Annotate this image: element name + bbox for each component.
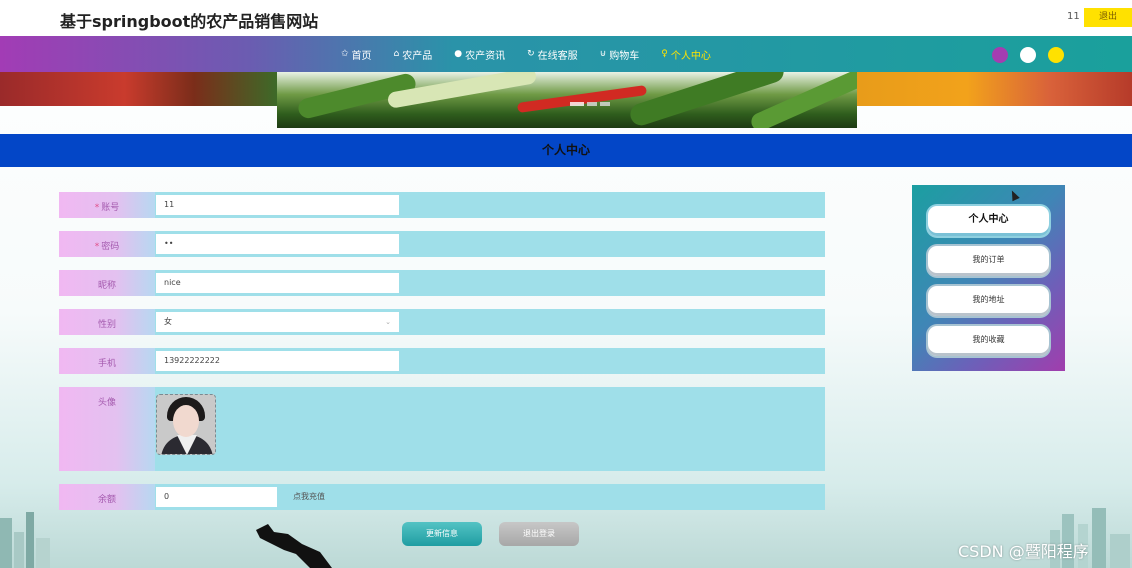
watermark: CSDN @暨阳程序	[958, 542, 1089, 561]
runner-silhouette	[256, 524, 332, 568]
avatar-face	[173, 405, 199, 437]
nickname-label: 昵称	[59, 270, 155, 296]
password-label: * 密码	[59, 231, 155, 257]
nav-item-label: 农产资讯	[465, 50, 506, 62]
form-row-account: * 账号 11	[59, 192, 825, 218]
username-label: 11	[1067, 11, 1080, 22]
home-icon: ⌂	[393, 49, 400, 59]
form-row-password: * 密码 ••	[59, 231, 825, 257]
cart-icon: ⊍	[599, 49, 607, 59]
nav-item-label: 农产品	[402, 50, 433, 62]
banner-image-right	[857, 72, 1132, 106]
nav-item-label: 个人中心	[670, 50, 711, 62]
theme-yellow-dot[interactable]	[1048, 47, 1064, 63]
page-header: 个人中心	[0, 134, 1132, 167]
password-label-text: 密码	[101, 242, 120, 252]
gender-label: 性别	[59, 309, 155, 335]
password-field[interactable]: ••	[156, 234, 399, 254]
carousel-dot[interactable]	[570, 102, 584, 106]
theme-white-dot[interactable]	[1020, 47, 1036, 63]
account-label: * 账号	[59, 192, 155, 218]
city-skyline-left	[0, 512, 50, 568]
required-mark: *	[94, 203, 100, 213]
carousel-dot[interactable]	[600, 102, 610, 106]
nav-item-label: 在线客服	[537, 50, 578, 62]
top-bar: 基于springboot的农产品销售网站 11 退出	[0, 0, 1132, 36]
banner-image-center	[277, 72, 866, 128]
form-row-phone: 手机 13922222222	[59, 348, 825, 374]
avatar-label: 头像	[59, 387, 155, 471]
required-mark: *	[94, 242, 100, 252]
nav-item-support[interactable]: ↻ 在线客服	[516, 36, 589, 72]
nav-item-label: 首页	[351, 50, 372, 62]
form-row-gender: 性别 女 ⌄	[59, 309, 825, 335]
nav-item-label: 购物车	[609, 50, 640, 62]
update-info-button[interactable]: 更新信息	[402, 522, 482, 546]
sidebar-item-profile[interactable]: 个人中心	[928, 206, 1049, 236]
carousel-indicators	[570, 102, 610, 106]
site-title: 基于springboot的农产品销售网站	[60, 12, 319, 31]
balance-field: 0	[156, 487, 277, 507]
nav-items: ✩ 首页 ⌂ 农产品 ● 农产资讯 ↻ 在线客服 ⊍ 购物车 ♀ 个人中心	[330, 36, 722, 72]
page-title: 个人中心	[541, 143, 590, 157]
profile-sidebar: 个人中心 我的订单 我的地址 我的收藏	[912, 185, 1065, 371]
nav-item-home[interactable]: ✩ 首页	[330, 36, 383, 72]
sidebar-item-orders[interactable]: 我的订单	[928, 246, 1049, 276]
phone-field[interactable]: 13922222222	[156, 351, 399, 371]
recharge-link[interactable]: 点我充值	[293, 491, 325, 502]
main-nav: ✩ 首页 ⌂ 农产品 ● 农产资讯 ↻ 在线客服 ⊍ 购物车 ♀ 个人中心	[0, 36, 1132, 72]
logout-button[interactable]: 退出	[1084, 8, 1132, 27]
info-icon: ●	[454, 49, 463, 59]
form-row-balance: 余额 0 点我充值	[59, 484, 825, 510]
user-icon: ♀	[661, 49, 668, 59]
theme-purple-dot[interactable]	[992, 47, 1008, 63]
carousel-dot[interactable]	[587, 102, 597, 106]
sidebar-item-favorites[interactable]: 我的收藏	[928, 326, 1049, 356]
phone-label: 手机	[59, 348, 155, 374]
nav-item-profile[interactable]: ♀ 个人中心	[650, 36, 722, 72]
theme-switcher	[992, 47, 1064, 63]
chevron-down-icon: ⌄	[385, 318, 391, 326]
sidebar-item-address[interactable]: 我的地址	[928, 286, 1049, 316]
form-row-avatar: 头像	[59, 387, 825, 471]
balance-label: 余额	[59, 484, 155, 510]
form-row-nickname: 昵称 nice	[59, 270, 825, 296]
nav-item-news[interactable]: ● 农产资讯	[443, 36, 516, 72]
nickname-value: nice	[164, 278, 181, 287]
gender-select[interactable]: 女 ⌄	[156, 312, 399, 332]
headset-icon: ↻	[527, 49, 535, 59]
account-field[interactable]: 11	[156, 195, 399, 215]
banner-carousel[interactable]	[0, 72, 1132, 128]
logout-account-button[interactable]: 退出登录	[499, 522, 579, 546]
star-icon: ✩	[341, 49, 349, 59]
account-label-text: 账号	[101, 203, 120, 213]
nav-item-products[interactable]: ⌂ 农产品	[383, 36, 444, 72]
nickname-field[interactable]: nice	[156, 273, 399, 293]
nav-item-cart[interactable]: ⊍ 购物车	[589, 36, 651, 72]
avatar-upload[interactable]	[156, 394, 216, 455]
gender-value: 女	[164, 317, 172, 326]
banner-image-left	[0, 72, 277, 106]
